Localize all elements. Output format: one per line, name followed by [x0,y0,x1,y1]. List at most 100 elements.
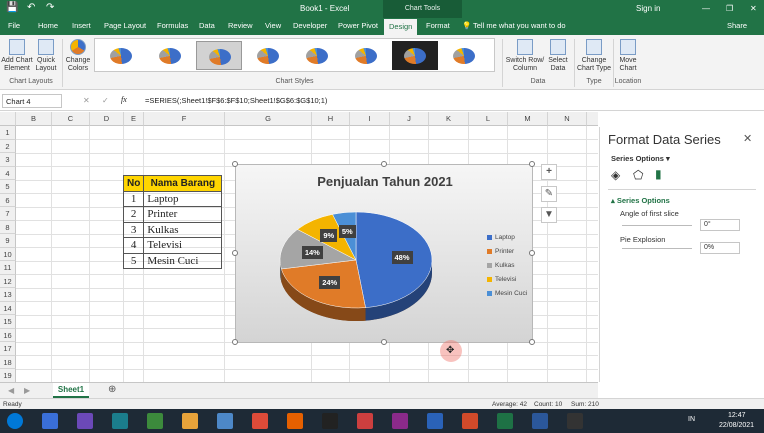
save-icon[interactable]: 💾 [6,2,18,13]
column-header-f[interactable]: F [144,112,225,126]
header-nama-barang[interactable]: Nama Barang [143,175,223,192]
select-all-corner[interactable] [0,112,16,126]
column-header-e[interactable]: E [124,112,144,126]
app-icon[interactable] [217,413,233,429]
powerpoint-icon[interactable] [462,413,478,429]
file-explorer-icon[interactable] [182,413,198,429]
series-options-section[interactable]: ▴ Series Options [611,196,670,205]
clock-time[interactable]: 12:47 [728,412,746,419]
explosion-spinner[interactable]: 0% [700,242,740,254]
resize-handle[interactable] [381,339,387,345]
resize-handle[interactable] [529,161,535,167]
select-data-button[interactable]: Select Data [545,39,571,73]
data-label-laptop[interactable]: 48% [391,251,413,265]
legend-item-televisi[interactable]: Televisi [487,276,516,283]
app-icon[interactable] [357,413,373,429]
chart-styles-gallery[interactable] [94,38,495,72]
tab-data[interactable]: Data [199,21,215,30]
tab-formulas[interactable]: Formulas [157,21,188,30]
chart-style-5[interactable] [294,41,340,70]
resize-handle[interactable] [232,339,238,345]
row-header-13[interactable]: 13 [0,288,16,302]
next-sheet-icon[interactable]: ▶ [24,386,30,395]
data-label-kulkas[interactable]: 14% [301,245,323,259]
sheet-tab-sheet1[interactable]: Sheet1 [53,383,89,398]
row-header-7[interactable]: 7 [0,207,16,221]
legend-item-mesin-cuci[interactable]: Mesin Cuci [487,290,527,297]
minimize-icon[interactable]: — [702,4,710,13]
data-label-mesin-cuci[interactable]: 5% [338,224,356,238]
enter-icon[interactable]: ✓ [102,96,109,105]
tell-me-input[interactable]: Tell me what you want to do [473,21,566,30]
row-header-9[interactable]: 9 [0,234,16,248]
column-header-m[interactable]: M [508,112,548,126]
row-header-18[interactable]: 18 [0,355,16,369]
quick-layout-button[interactable]: Quick Layout [32,39,60,73]
column-header-i[interactable]: I [350,112,390,126]
firefox-icon[interactable] [287,413,303,429]
move-chart-button[interactable]: Move Chart [614,39,642,73]
chart-style-7[interactable] [392,41,438,70]
resize-handle[interactable] [529,339,535,345]
row-header-19[interactable]: 19 [0,369,16,382]
column-header-h[interactable]: H [312,112,350,126]
clock-date[interactable]: 22/08/2021 [719,422,754,429]
column-header-k[interactable]: K [429,112,469,126]
row-header-2[interactable]: 2 [0,139,16,153]
tab-page-layout[interactable]: Page Layout [104,21,146,30]
cell-item[interactable]: Televisi [143,237,223,254]
add-chart-element-button[interactable]: Add Chart Element [0,39,34,73]
change-chart-type-button[interactable]: Change Chart Type [576,39,612,73]
data-label-televisi[interactable]: 9% [320,229,338,243]
chart-style-3[interactable] [196,41,242,70]
cell-no[interactable]: 5 [122,252,145,269]
row-header-11[interactable]: 11 [0,261,16,275]
tab-file[interactable]: File [8,21,20,30]
column-header-c[interactable]: C [52,112,90,126]
angle-spinner[interactable]: 0° [700,219,740,231]
explosion-slider[interactable] [622,248,692,249]
resize-handle[interactable] [529,250,535,256]
legend-item-laptop[interactable]: Laptop [487,234,515,241]
header-no[interactable]: No [122,175,145,192]
resize-handle[interactable] [381,161,387,167]
prev-sheet-icon[interactable]: ◀ [8,386,14,395]
chart-style-8[interactable] [441,41,487,70]
cell-no[interactable]: 3 [122,221,145,238]
tab-developer[interactable]: Developer [293,21,327,30]
data-label-printer[interactable]: 24% [319,276,341,290]
legend-item-printer[interactable]: Printer [487,248,514,255]
resize-handle[interactable] [232,161,238,167]
close-window-icon[interactable]: ✕ [750,4,757,13]
chart-style-1[interactable] [98,41,144,70]
tab-review[interactable]: Review [228,21,253,30]
fill-line-icon[interactable]: ◈ [611,168,620,182]
chart-styles-brush-icon[interactable]: ✎ [541,186,557,202]
onenote-icon[interactable] [392,413,408,429]
column-header-b[interactable]: B [16,112,52,126]
column-header-j[interactable]: J [390,112,429,126]
row-header-15[interactable]: 15 [0,315,16,329]
resize-handle[interactable] [232,250,238,256]
column-header-n[interactable]: N [548,112,587,126]
outlook-icon[interactable] [427,413,443,429]
series-options-dropdown[interactable]: Series Options ▾ [611,154,670,163]
tab-power-pivot[interactable]: Power Pivot [338,21,378,30]
cell-item[interactable]: Laptop [143,190,223,207]
row-header-14[interactable]: 14 [0,301,16,315]
tab-view[interactable]: View [265,21,281,30]
undo-icon[interactable]: ↶ [27,2,35,13]
cancel-icon[interactable]: ✕ [83,96,90,105]
change-colors-button[interactable]: Change Colors [63,39,93,73]
app-icon[interactable] [322,413,338,429]
effects-icon[interactable]: ⬠ [633,168,643,182]
cell-item[interactable]: Printer [143,206,223,223]
redo-icon[interactable]: ↷ [46,2,54,13]
name-box[interactable]: Chart 4 [2,94,62,108]
cell-no[interactable]: 2 [122,206,145,223]
row-header-8[interactable]: 8 [0,220,16,234]
row-header-10[interactable]: 10 [0,247,16,261]
pie-chart[interactable]: Penjualan Tahun 2021 Laptop Printer Kulkas… [232,161,535,345]
column-header-o[interactable]: O [587,112,598,126]
chart-elements-button[interactable]: + [541,164,557,180]
